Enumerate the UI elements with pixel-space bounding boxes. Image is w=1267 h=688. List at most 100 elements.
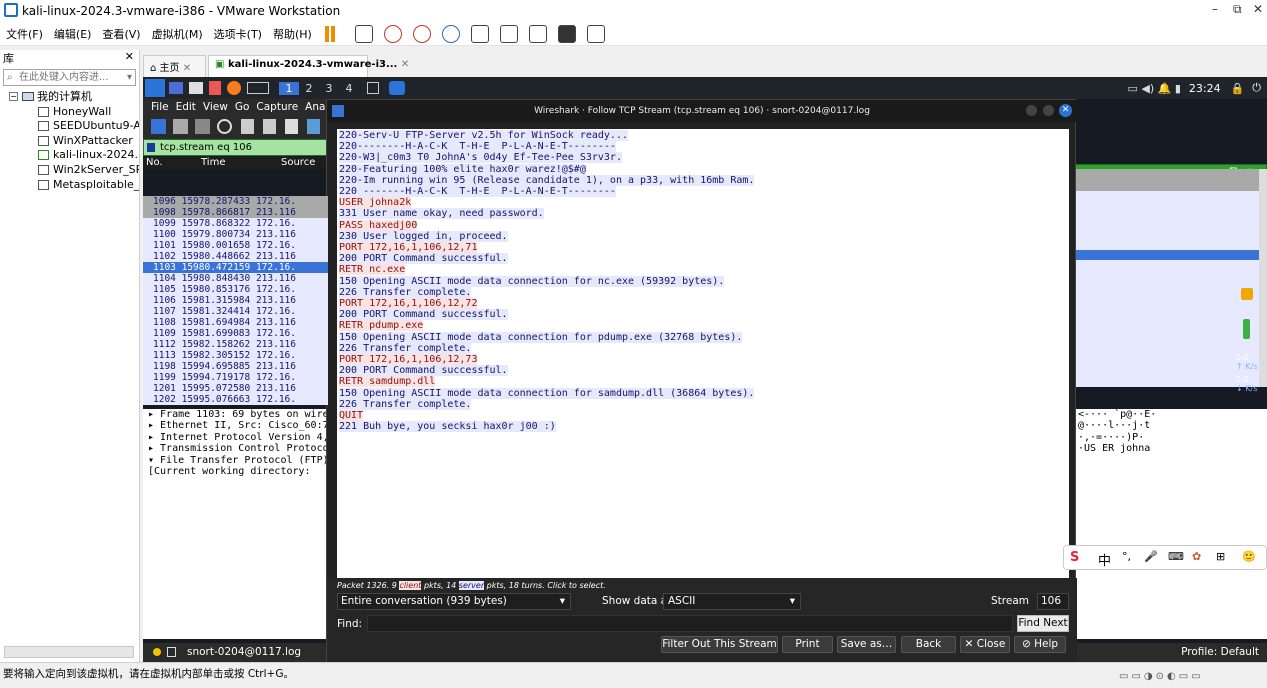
workspace-1[interactable]: 1 — [279, 81, 299, 95]
find-input[interactable] — [367, 615, 1013, 632]
fullscreen-icon[interactable] — [528, 24, 547, 43]
collapse-icon[interactable]: − — [9, 92, 18, 101]
back-button[interactable]: Back — [901, 636, 956, 653]
menu-edit[interactable]: 编辑(E) — [54, 26, 92, 42]
tree-vm-metasploitable[interactable]: Metasploitable_u — [0, 178, 139, 193]
start-capture-icon[interactable] — [151, 119, 166, 134]
tree-my-computer[interactable]: − 我的计算机 — [0, 90, 139, 105]
workspace-3[interactable]: 3 — [319, 82, 339, 95]
menu-help[interactable]: 帮助(H) — [273, 26, 312, 42]
lock-icon[interactable]: 🔒 — [1231, 82, 1245, 95]
tab-kali[interactable]: ▣ kali-linux-2024.3-vmware-i3... ✕ — [208, 55, 409, 77]
workspace-4[interactable]: 4 — [339, 82, 359, 95]
vm-display[interactable]: 1 2 3 4 ▭ ◀) 🔔 ▮ 23:24 🔒 ⏻ File Edit Vie… — [143, 77, 1267, 662]
packet-details[interactable]: ▸ Frame 1103: 69 bytes on wire ▸ Etherne… — [143, 409, 328, 639]
toolbox-icon[interactable]: ⊞ — [1216, 550, 1225, 563]
close-icon[interactable]: ✕ — [183, 63, 191, 74]
client-line[interactable]: PASS haxedj00 — [339, 219, 1067, 231]
packet-row[interactable]: 1112 15982.158262 213.116 — [143, 339, 328, 350]
workspace-2[interactable]: 2 — [299, 82, 319, 95]
menu-vm[interactable]: 虚拟机(M) — [152, 26, 203, 42]
profile-label[interactable]: Profile: Default — [1181, 646, 1259, 658]
packet-row[interactable]: 1201 15995.072580 213.116 — [143, 383, 328, 394]
packet-row[interactable]: 1109 15981.699083 172.16. — [143, 328, 328, 339]
minimize-button[interactable]: – — [1212, 2, 1218, 16]
bookmark-icon[interactable] — [147, 143, 155, 152]
packet-row[interactable]: 1202 15995.076663 172.16. — [143, 394, 328, 405]
detail-frame[interactable]: ▸ Frame 1103: 69 bytes on wire — [143, 409, 328, 420]
thumbnail-view-icon[interactable] — [499, 24, 518, 43]
server-line[interactable]: 200 PORT Command successful. — [339, 309, 1067, 321]
server-line[interactable]: 221 Buh bye, you secksi hax0r j00 :) — [339, 421, 1067, 433]
stream-number-spinner[interactable]: 106 — [1037, 593, 1069, 610]
server-line[interactable]: 220 -------H-A-C-K T-H-E P-L-A-N-E-T----… — [339, 186, 1067, 198]
chevron-down-icon[interactable]: ▾ — [560, 594, 565, 609]
punctuation-icon[interactable]: °, — [1122, 550, 1131, 563]
server-line[interactable]: 230 User logged in, proceed. — [339, 230, 1067, 242]
reload-icon[interactable] — [307, 119, 320, 134]
maximize-dialog-button[interactable] — [1043, 105, 1054, 116]
client-line[interactable]: RETR samdump.dll — [339, 376, 1067, 388]
server-line[interactable]: 150 Opening ASCII mode data connection f… — [339, 275, 1067, 287]
device-status-icons[interactable]: ▭▭◑⊙◐▭▭ — [1119, 666, 1259, 682]
kali-menu-icon[interactable] — [145, 79, 165, 97]
close-file-icon[interactable] — [285, 119, 298, 134]
ws-menu-edit[interactable]: Edit — [176, 101, 196, 113]
server-line[interactable]: 220-Serv-U FTP-Server v2.5h for WinSock … — [339, 130, 1067, 141]
menu-tabs[interactable]: 选项卡(T) — [214, 26, 262, 42]
show-desktop-icon[interactable] — [169, 82, 183, 94]
packet-row[interactable]: 1103 15980.472159 172.16. — [143, 262, 328, 273]
client-line[interactable]: PORT 172,16,1,106,12,72 — [339, 298, 1067, 310]
print-button[interactable]: Print — [782, 636, 833, 653]
col-source[interactable]: Source — [281, 157, 315, 169]
detail-ftp[interactable]: ▾ File Transfer Protocol (FTP) — [143, 455, 328, 466]
close-dialog-button[interactable]: ✕ — [1059, 104, 1072, 117]
tree-vm-winxpattacker[interactable]: WinXPattacker — [0, 134, 139, 149]
capture-file-icon[interactable] — [167, 647, 176, 657]
server-line[interactable]: 226 Transfer complete. — [339, 286, 1067, 298]
menu-view[interactable]: 查看(V) — [102, 26, 140, 42]
emoji-icon[interactable]: 🙂 — [1242, 550, 1256, 563]
ime-mode-chinese[interactable]: 中 — [1098, 550, 1111, 569]
packet-row[interactable]: 1102 15980.448662 213.116 — [143, 251, 328, 262]
client-line[interactable]: PORT 172,16,1,106,12,71 — [339, 242, 1067, 254]
col-no[interactable]: No. — [143, 157, 201, 169]
display-filter-input[interactable]: tcp.stream eq 106 — [143, 139, 328, 156]
options-icon[interactable] — [217, 119, 232, 134]
open-file-icon[interactable] — [241, 119, 254, 134]
conversation-select[interactable]: Entire conversation (939 bytes) ▾ — [337, 593, 571, 610]
chevron-down-icon[interactable]: ▾ — [790, 594, 795, 609]
tree-vm-kali[interactable]: kali-linux-2024.3- — [0, 148, 139, 163]
packet-row[interactable]: 1099 15978.868322 172.16. — [143, 218, 328, 229]
menu-file[interactable]: 文件(F) — [6, 26, 43, 42]
client-line[interactable]: RETR nc.exe — [339, 264, 1067, 276]
close-icon[interactable]: ✕ — [401, 59, 409, 70]
packet-row[interactable]: 1113 15982.305152 172.16. — [143, 350, 328, 361]
show-data-select[interactable]: ASCII ▾ — [663, 593, 801, 610]
text-editor-icon[interactable] — [209, 81, 221, 95]
packet-row[interactable]: 1105 15980.853176 172.16. — [143, 284, 328, 295]
ws-menu-go[interactable]: Go — [235, 101, 250, 113]
ws-menu-view[interactable]: View — [203, 101, 228, 113]
save-file-icon[interactable] — [263, 119, 276, 134]
packet-row[interactable]: 1106 15981.315984 213.116 — [143, 295, 328, 306]
ws-menu-file[interactable]: File — [151, 101, 169, 113]
server-line[interactable]: 200 PORT Command successful. — [339, 253, 1067, 265]
library-close-button[interactable]: ✕ — [125, 50, 134, 66]
wireshark-taskbar-icon[interactable] — [389, 81, 405, 95]
revert-snapshot-icon[interactable] — [412, 24, 431, 43]
server-line[interactable]: 220-Im running win 95 (Release candidate… — [339, 174, 1067, 186]
packet-row[interactable]: 1096 15978.287433 172.16. — [143, 196, 328, 207]
ws-menu-analyze[interactable]: Anal — [305, 101, 328, 113]
stream-content[interactable]: 220-Serv-U FTP-Server v2.5h for WinSock … — [337, 129, 1069, 579]
client-line[interactable]: PORT 172,16,1,106,12,73 — [339, 354, 1067, 366]
packet-row[interactable]: 1101 15980.001658 172.16. — [143, 240, 328, 251]
restore-button[interactable]: ⧉ — [1233, 2, 1242, 17]
col-time[interactable]: Time — [201, 157, 281, 169]
server-line[interactable]: 226 Transfer complete. — [339, 398, 1067, 410]
snapshot-manager-icon[interactable] — [441, 24, 460, 43]
library-search-input[interactable]: ⌕ 在此处键入内容进... ▾ — [3, 69, 136, 86]
tree-vm-seedubuntu[interactable]: SEEDUbuntu9-Au — [0, 119, 139, 134]
packet-row[interactable]: 1107 15981.324414 172.16. — [143, 306, 328, 317]
sogou-logo-icon[interactable]: S — [1070, 550, 1079, 565]
